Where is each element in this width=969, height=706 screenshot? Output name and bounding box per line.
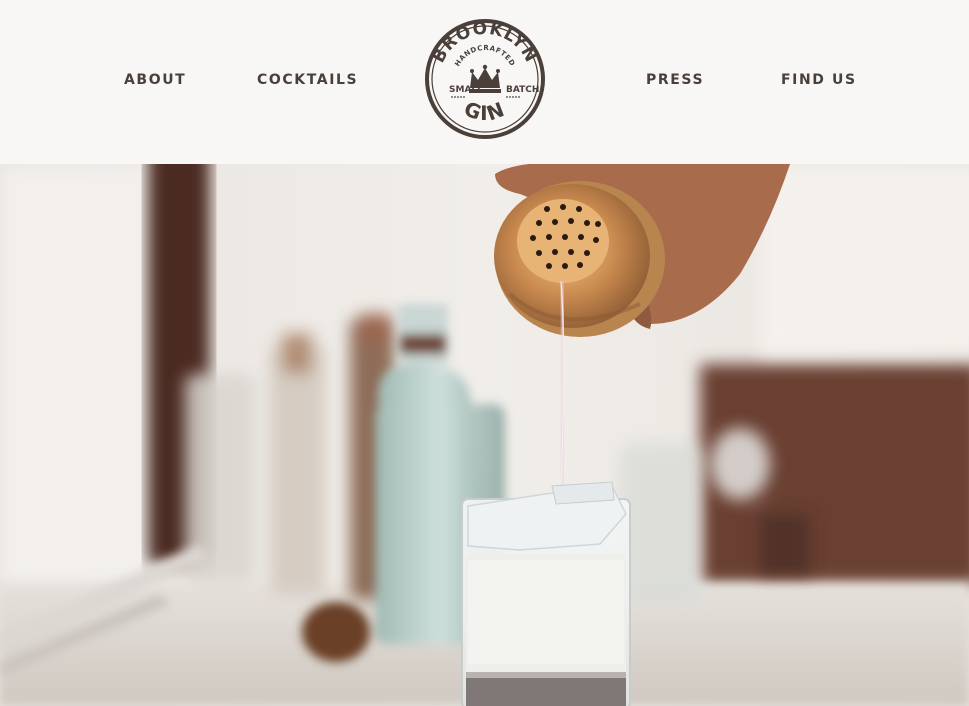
brand-logo[interactable]: BROOKLYN HANDCRAFTED SMALL BATCH GIN (424, 18, 546, 140)
nav-link-about[interactable]: ABOUT (124, 72, 186, 88)
nav-link-find-us[interactable]: FIND US (781, 72, 857, 88)
cocktail-pour-photo (0, 164, 969, 706)
nav-link-press[interactable]: PRESS (646, 72, 704, 88)
logo-text-batch: BATCH (506, 85, 539, 95)
nav-link-cocktails[interactable]: COCKTAILS (257, 72, 358, 88)
site-header: ABOUT COCKTAILS BROOKLYN HANDCRAFTED SMA… (0, 0, 969, 164)
hero-image (0, 164, 969, 706)
logo-text-small: SMALL (449, 85, 483, 95)
